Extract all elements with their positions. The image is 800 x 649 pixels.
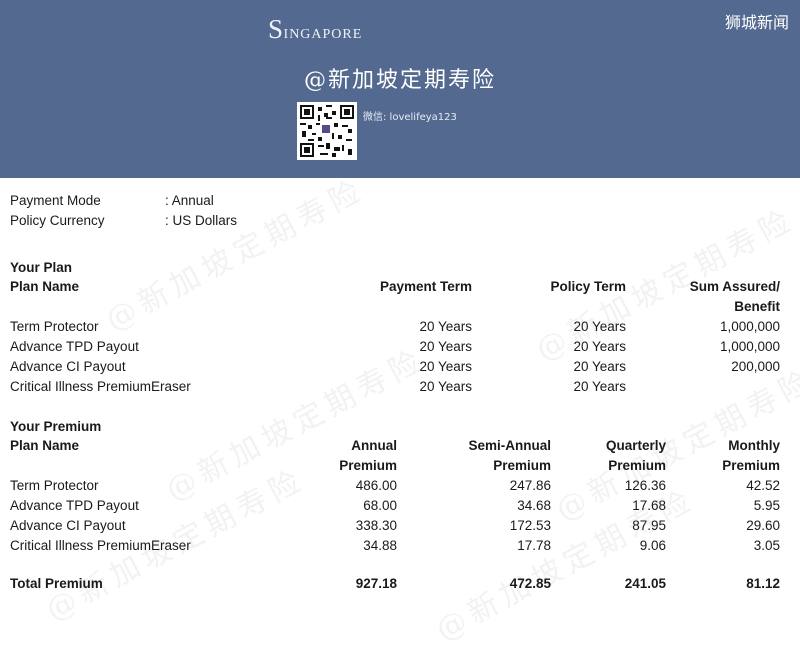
plan-header-payment-term: Payment Term xyxy=(379,279,472,294)
plan-section-title: Your Plan xyxy=(10,260,73,275)
plan-header-policy-term: Policy Term xyxy=(550,279,626,294)
singapore-logo: Singapore xyxy=(268,14,362,45)
total-premium-quarterly: 241.05 xyxy=(624,576,666,591)
premium-header-quarterly: Quarterly xyxy=(605,438,666,453)
currency-label: Policy Currency xyxy=(10,213,105,228)
premium-header-semi: Semi-Annual xyxy=(468,438,551,453)
premium-row-name: Term Protector xyxy=(10,478,99,493)
premium-row-monthly: 3.05 xyxy=(753,538,780,553)
currency-value: : US Dollars xyxy=(165,213,238,228)
premium-row-monthly: 5.95 xyxy=(753,498,780,513)
premium-row-semi: 34.68 xyxy=(517,498,551,513)
premium-header-annual: Annual xyxy=(351,438,397,453)
qr-code-icon xyxy=(297,102,357,160)
total-premium-semi: 472.85 xyxy=(509,576,551,591)
watermark: @新加坡定期寿险 xyxy=(100,172,372,339)
plan-header-benefit: Benefit xyxy=(734,299,780,314)
payment-mode-value: : Annual xyxy=(165,193,214,208)
premium-header-quarterly-2: Premium xyxy=(608,458,666,473)
premium-row-annual: 34.88 xyxy=(363,538,397,553)
premium-row-name: Critical Illness PremiumEraser xyxy=(10,538,191,553)
premium-row-quarterly: 17.68 xyxy=(632,498,666,513)
premium-row-semi: 17.78 xyxy=(517,538,551,553)
plan-row-name: Critical Illness PremiumEraser xyxy=(10,379,191,394)
premium-row-monthly: 29.60 xyxy=(746,518,780,533)
header-banner: Singapore 狮城新闻 @新加坡定期寿险 微信: lovelifeya12… xyxy=(0,0,800,178)
plan-row-name: Advance TPD Payout xyxy=(10,339,139,354)
page-title: @新加坡定期寿险 xyxy=(303,68,496,93)
wechat-id: 微信: lovelifeya123 xyxy=(363,112,457,123)
premium-header-monthly: Monthly xyxy=(728,438,780,453)
logo-rest: ingapore xyxy=(283,21,363,43)
plan-row-policy-term: 20 Years xyxy=(573,359,626,374)
plan-row-payment-term: 20 Years xyxy=(419,379,472,394)
plan-row-name: Advance CI Payout xyxy=(10,359,126,374)
plan-row-policy-term: 20 Years xyxy=(573,339,626,354)
premium-row-quarterly: 87.95 xyxy=(632,518,666,533)
plan-header-name: Plan Name xyxy=(10,279,80,294)
logo-initial: S xyxy=(268,14,284,44)
total-premium-monthly: 81.12 xyxy=(746,576,780,591)
premium-row-quarterly: 9.06 xyxy=(639,538,666,553)
plan-row-sum-assured: 1,000,000 xyxy=(719,319,780,334)
premium-section-title: Your Premium xyxy=(10,419,102,434)
premium-header-monthly-2: Premium xyxy=(722,458,780,473)
premium-row-annual: 486.00 xyxy=(355,478,397,493)
plan-row-payment-term: 20 Years xyxy=(419,359,472,374)
total-premium-label: Total Premium xyxy=(10,576,103,591)
premium-row-quarterly: 126.36 xyxy=(624,478,666,493)
plan-row-policy-term: 20 Years xyxy=(573,379,626,394)
premium-header-annual-2: Premium xyxy=(339,458,397,473)
premium-header-name: Plan Name xyxy=(10,438,80,453)
plan-row-sum-assured: 1,000,000 xyxy=(719,339,780,354)
premium-header-semi-2: Premium xyxy=(493,458,551,473)
premium-row-semi: 172.53 xyxy=(509,518,551,533)
premium-row-annual: 338.30 xyxy=(355,518,397,533)
payment-mode-label: Payment Mode xyxy=(10,193,101,208)
plan-header-sum-assured: Sum Assured/ xyxy=(689,279,780,294)
total-premium-annual: 927.18 xyxy=(355,576,397,591)
premium-row-name: Advance CI Payout xyxy=(10,518,126,533)
corner-label: 狮城新闻 xyxy=(724,13,789,32)
premium-row-annual: 68.00 xyxy=(363,498,397,513)
plan-row-policy-term: 20 Years xyxy=(573,319,626,334)
premium-row-monthly: 42.52 xyxy=(746,478,780,493)
plan-row-sum-assured: 200,000 xyxy=(731,359,780,374)
plan-row-payment-term: 20 Years xyxy=(419,319,472,334)
premium-row-semi: 247.86 xyxy=(509,478,551,493)
premium-row-name: Advance TPD Payout xyxy=(10,498,139,513)
plan-row-payment-term: 20 Years xyxy=(419,339,472,354)
plan-row-name: Term Protector xyxy=(10,319,99,334)
